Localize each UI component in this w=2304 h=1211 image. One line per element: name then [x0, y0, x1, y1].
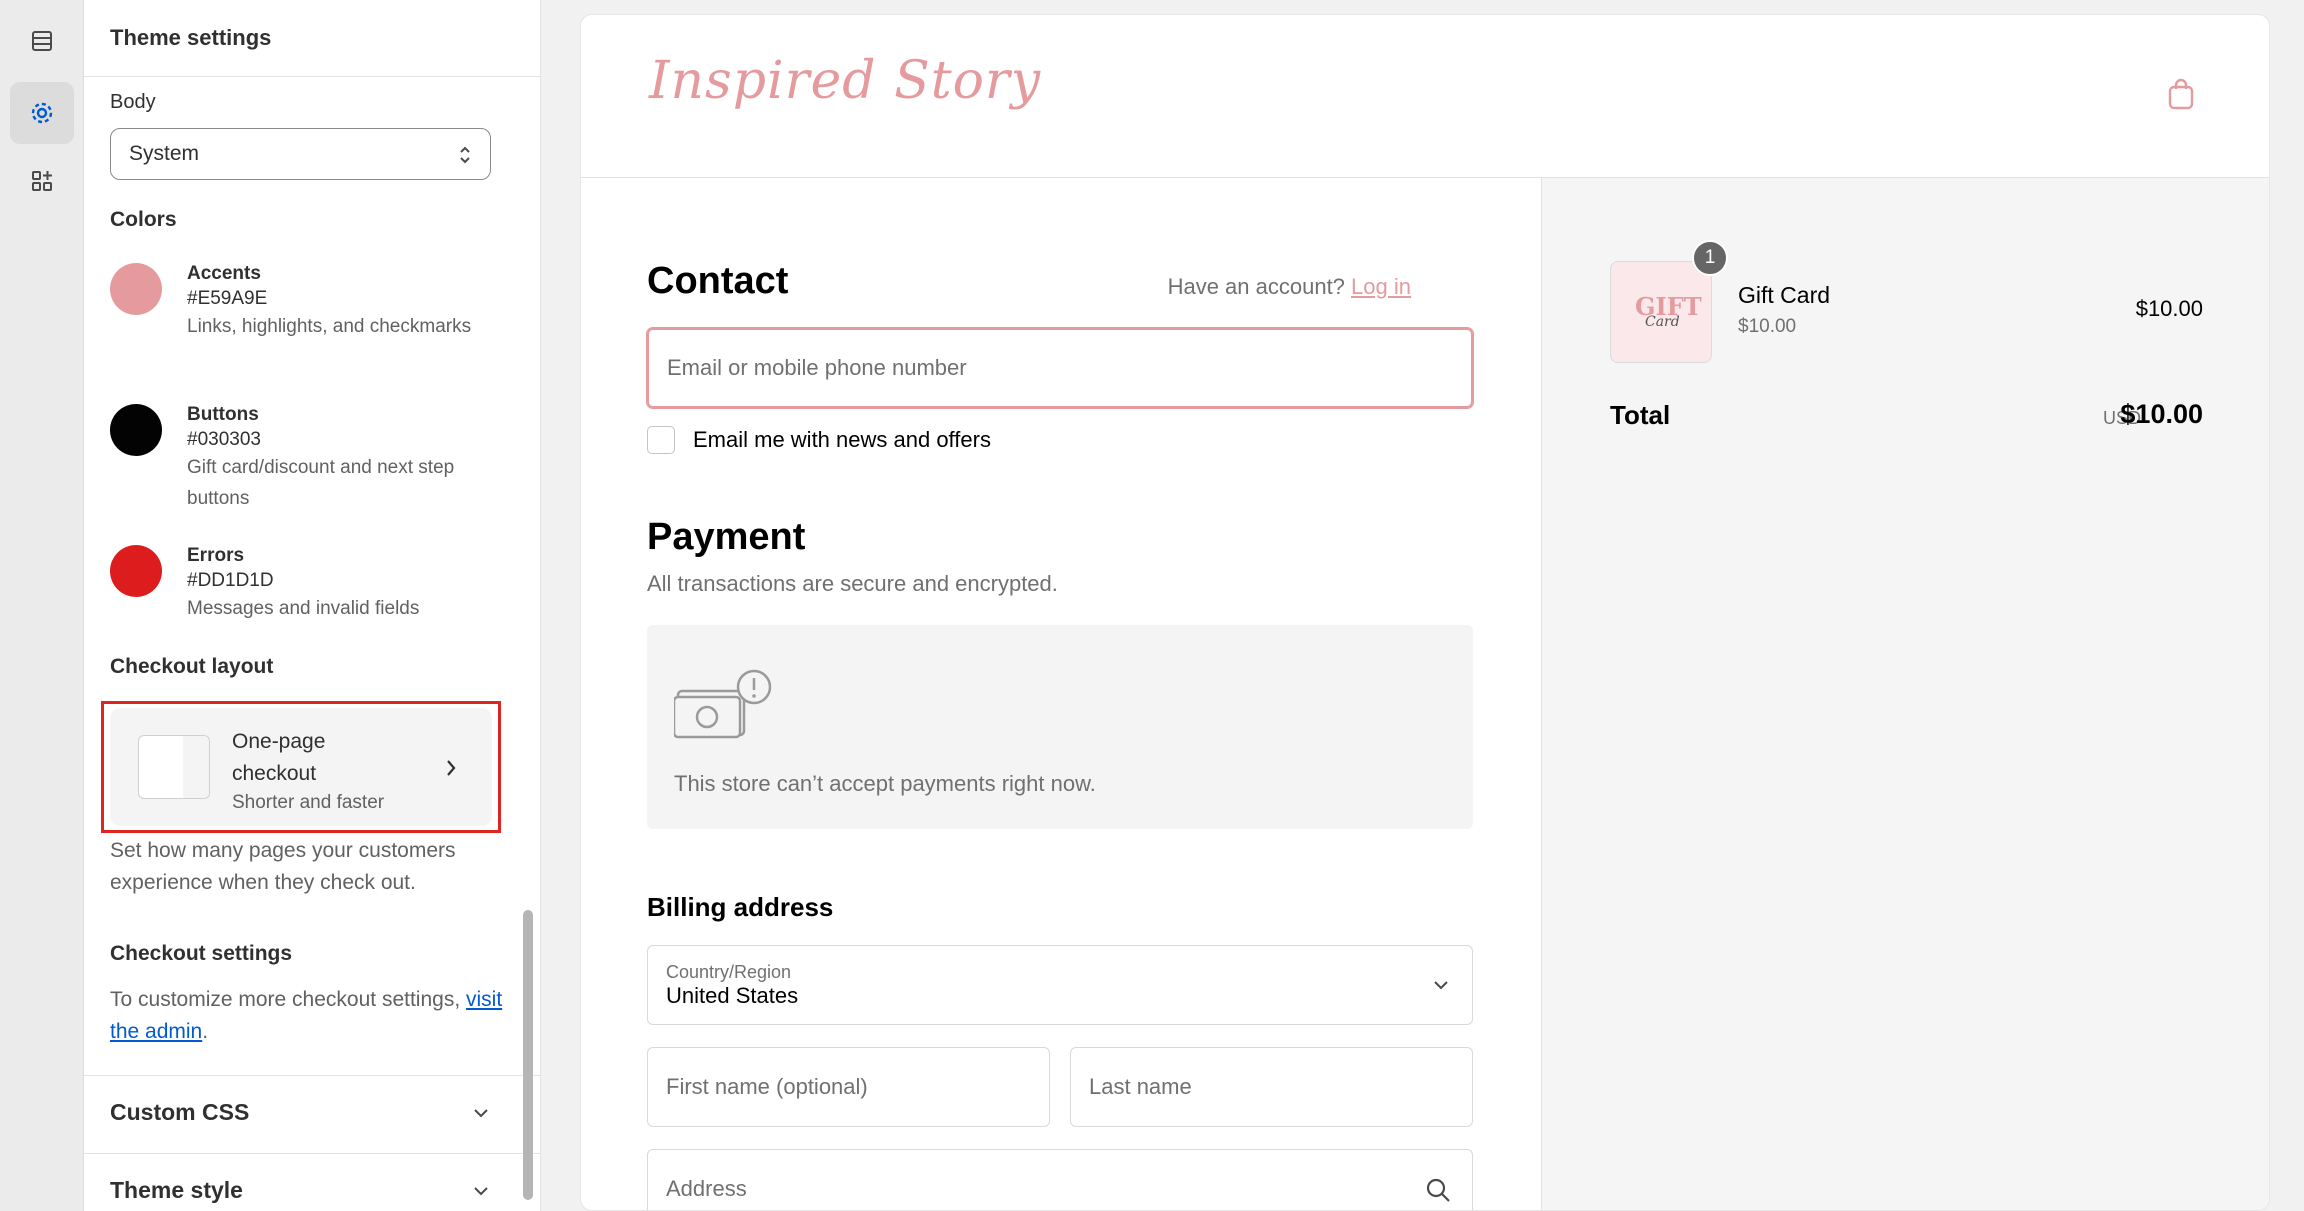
color-swatch-buttons[interactable] [110, 404, 162, 456]
checkout-main: Contact Have an account? Log in Email or… [581, 178, 1541, 1210]
account-prompt-text: Have an account? [1167, 274, 1345, 299]
shopping-bag-icon[interactable] [2167, 77, 2195, 111]
custom-css-label: Custom CSS [110, 1099, 250, 1125]
apps-icon [32, 171, 52, 191]
newsletter-option[interactable]: Email me with news and offers [647, 426, 991, 454]
color-name: Accents [187, 263, 261, 284]
settings-button[interactable] [10, 82, 74, 144]
newsletter-label: Email me with news and offers [693, 427, 991, 452]
newsletter-checkbox[interactable] [647, 426, 675, 454]
period: . [202, 1020, 209, 1043]
total-label: Total [1610, 400, 1671, 430]
select-chevron-icon [460, 146, 470, 164]
color-hex: #030303 [187, 429, 261, 450]
theme-style-toggle[interactable]: Theme style [110, 1177, 491, 1204]
divider [84, 1153, 540, 1154]
body-font-label: Body [110, 91, 156, 113]
order-summary: GIFT Card 1 Gift Card $10.00 $10.00 Tota… [1541, 178, 2269, 1210]
item-thumbnail: GIFT Card [1610, 261, 1712, 363]
color-hex: #DD1D1D [187, 570, 274, 591]
first-name-placeholder: First name (optional) [666, 1074, 868, 1099]
item-price: $10.00 [2135, 296, 2203, 321]
payment-warning-icon [674, 669, 772, 739]
address-placeholder: Address [666, 1176, 747, 1201]
color-description: Gift card/discount and next step buttons [187, 457, 455, 509]
chevron-right-icon [447, 760, 456, 776]
last-name-placeholder: Last name [1089, 1074, 1192, 1099]
color-swatch-accents[interactable] [110, 263, 162, 315]
panel-scrollbar[interactable] [523, 910, 533, 1200]
quantity-badge: 1 [1692, 240, 1728, 276]
store-logo[interactable]: Inspired Story [649, 51, 1041, 111]
country-select[interactable]: Country/Region United States [647, 945, 1473, 1025]
payment-unavailable-box: This store can’t accept payments right n… [647, 625, 1473, 829]
account-prompt: Have an account? Log in [1168, 274, 1411, 300]
theme-style-label: Theme style [110, 1177, 243, 1203]
panel-title: Theme settings [84, 0, 540, 77]
body-font-value: System [129, 142, 200, 165]
total-value: $10.00 [2120, 399, 2203, 429]
gift-thumbnail-script: Card [1645, 314, 1680, 330]
settings-icon [31, 102, 53, 124]
sections-icon [32, 31, 52, 51]
sections-button[interactable] [10, 10, 74, 72]
layout-subtitle: Shorter and faster [232, 792, 385, 813]
address-field[interactable]: Address [647, 1149, 1473, 1210]
color-description: Messages and invalid fields [187, 598, 420, 619]
layout-thumbnail [138, 735, 210, 799]
checkout-settings-sentence: To customize more checkout settings, [110, 988, 461, 1011]
color-name: Errors [187, 545, 245, 566]
checkout-layout-heading: Checkout layout [110, 655, 274, 678]
layout-title: One-page checkout [232, 730, 326, 785]
store-header: Inspired Story [581, 15, 2269, 178]
email-field[interactable]: Email or mobile phone number [647, 328, 1473, 408]
country-label: Country/Region [666, 961, 792, 982]
last-name-field[interactable]: Last name [1070, 1047, 1473, 1127]
checkout-settings-heading: Checkout settings [110, 942, 293, 965]
checkout-preview: Inspired Story Contact Have an account? … [580, 14, 2270, 1211]
color-swatch-errors[interactable] [110, 545, 162, 597]
layout-help-text: Set how many pages your customers experi… [110, 839, 456, 894]
chevron-down-icon [474, 1186, 488, 1195]
body-font-select[interactable]: System [110, 128, 491, 180]
email-placeholder: Email or mobile phone number [667, 355, 967, 380]
color-description: Links, highlights, and checkmarks [187, 316, 472, 337]
custom-css-toggle[interactable]: Custom CSS [110, 1099, 491, 1126]
checkout-settings-text: To customize more checkout settings, vis… [110, 984, 505, 1048]
color-name: Buttons [187, 404, 259, 425]
chevron-down-icon [1434, 981, 1448, 990]
checkout-layout-option[interactable]: One-page checkout Shorter and faster [110, 708, 492, 826]
item-name: Gift Card [1738, 282, 1831, 308]
color-hex: #E59A9E [187, 288, 268, 309]
contact-heading: Contact [647, 260, 789, 302]
checkout-layout-option-highlight[interactable]: One-page checkout Shorter and faster [101, 701, 501, 833]
icon-rail [0, 0, 84, 1211]
billing-heading: Billing address [647, 892, 834, 922]
search-icon[interactable] [1424, 1176, 1452, 1204]
apps-button[interactable] [10, 150, 74, 212]
chevron-down-icon [474, 1108, 488, 1117]
divider [84, 1075, 540, 1076]
login-link[interactable]: Log in [1351, 274, 1411, 299]
country-value: United States [666, 982, 799, 1008]
settings-panel: Theme settings Body System Colors Accent… [84, 0, 541, 1211]
payment-subtext: All transactions are secure and encrypte… [647, 571, 1058, 596]
first-name-field[interactable]: First name (optional) [647, 1047, 1050, 1127]
payment-heading: Payment [647, 516, 806, 558]
payment-message: This store can’t accept payments right n… [674, 771, 1096, 796]
item-unit-price: $10.00 [1738, 316, 1797, 337]
colors-heading: Colors [110, 208, 177, 231]
